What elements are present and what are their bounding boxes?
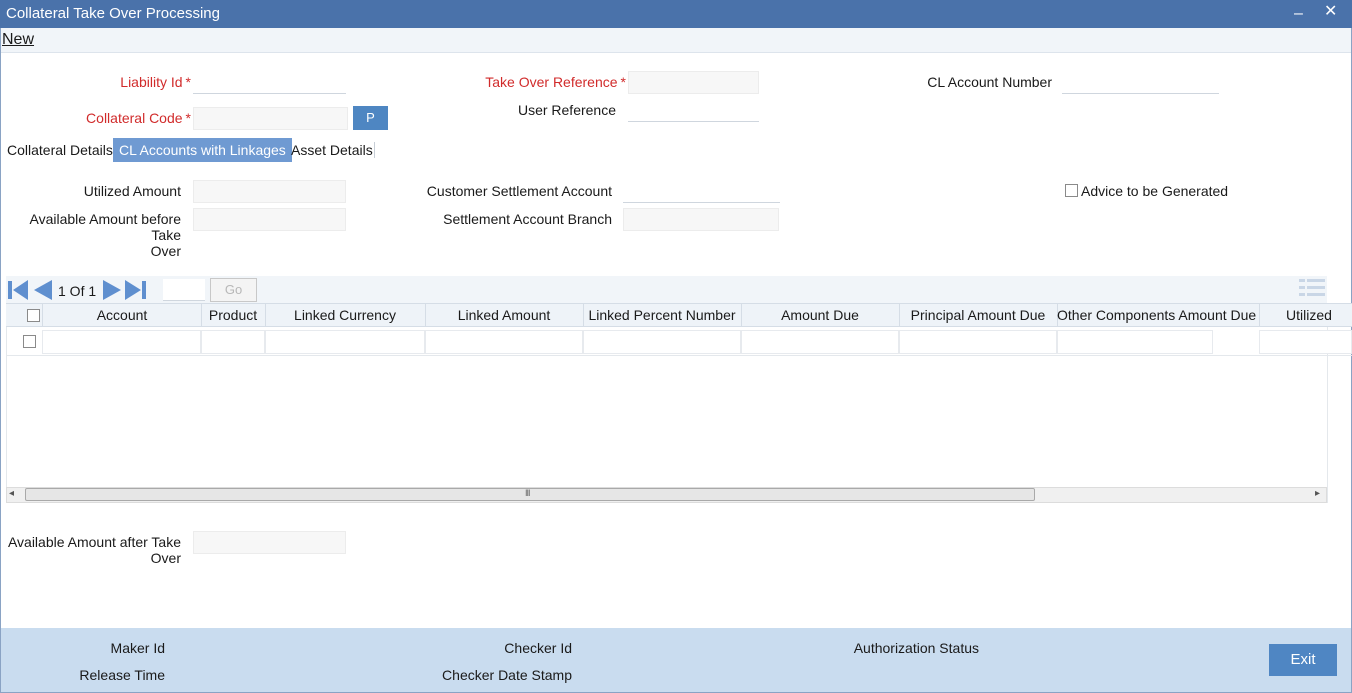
available-amount-after-line1: Available Amount after Take [7, 534, 181, 550]
column-header-amount-due[interactable]: Amount Due [741, 304, 899, 326]
page-indicator: 1 Of 1 [58, 283, 97, 299]
go-button[interactable]: Go [210, 278, 257, 302]
page-number-input[interactable] [163, 279, 205, 301]
select-all-checkbox[interactable] [27, 309, 40, 322]
collateral-code-label: Collateral Code * [60, 110, 191, 126]
previous-page-icon[interactable] [32, 280, 54, 300]
take-over-reference-label-text: Take Over Reference [485, 74, 618, 90]
column-header-other-components-amount-due[interactable]: Other Components Amount Due [1057, 304, 1256, 326]
p-lookup-button[interactable]: P [353, 106, 388, 130]
menu-bar [1, 28, 1351, 53]
advice-to-be-generated-checkbox[interactable] [1065, 184, 1078, 197]
liability-id-label-text: Liability Id [120, 74, 183, 90]
cell-linked-currency[interactable] [265, 330, 425, 354]
tab-asset-details[interactable]: Asset Details [285, 138, 379, 162]
column-header-linked-percent-number[interactable]: Linked Percent Number [583, 304, 741, 326]
available-amount-before-line2: Over [150, 243, 181, 259]
settlement-account-branch-label: Settlement Account Branch [443, 211, 612, 227]
footer-bar [1, 628, 1351, 692]
tab-divider [374, 142, 375, 158]
column-header-linked-currency[interactable]: Linked Currency [265, 304, 425, 326]
cell-product[interactable] [201, 330, 265, 354]
available-amount-after-input[interactable] [193, 531, 346, 554]
liability-id-label: Liability Id * [60, 74, 191, 90]
user-reference-input[interactable] [628, 99, 759, 122]
user-reference-label: User Reference [517, 102, 616, 118]
customer-settlement-account-input[interactable] [623, 180, 780, 203]
scrollbar-thumb[interactable] [25, 488, 1035, 501]
cell-utilized[interactable] [1259, 330, 1352, 354]
available-amount-before-input[interactable] [193, 208, 346, 231]
authorization-status-label: Authorization Status [853, 640, 979, 656]
available-amount-before-line1: Available Amount before Take [29, 211, 181, 243]
next-page-icon[interactable] [101, 280, 123, 300]
cell-linked-amount[interactable] [425, 330, 583, 354]
utilized-amount-label: Utilized Amount [83, 183, 181, 199]
available-amount-after-label: Available Amount after Take Over [4, 534, 181, 566]
cell-amount-due[interactable] [741, 330, 899, 354]
tab-bar: Collateral Details CL Accounts with Link… [1, 138, 381, 162]
maker-id-label: Maker Id [110, 640, 165, 656]
available-amount-before-label: Available Amount before Take Over [4, 211, 181, 259]
checker-id-label: Checker Id [504, 640, 572, 656]
required-marker: * [185, 74, 191, 90]
row-checkbox[interactable] [23, 335, 36, 348]
column-header-utilized[interactable]: Utilized [1259, 304, 1352, 326]
exit-button[interactable]: Exit [1269, 644, 1337, 676]
cell-principal-amount-due[interactable] [899, 330, 1057, 354]
cell-account[interactable] [42, 330, 201, 354]
new-menu-link[interactable]: New [2, 31, 34, 49]
column-header-product[interactable]: Product [201, 304, 265, 326]
column-settings-icon[interactable] [1299, 278, 1325, 298]
utilized-amount-input[interactable] [193, 180, 346, 203]
advice-to-be-generated-label: Advice to be Generated [1081, 183, 1229, 199]
cl-account-number-label: CL Account Number [927, 74, 1052, 90]
take-over-reference-label: Take Over Reference * [440, 74, 626, 90]
cell-other-components-amount-due[interactable] [1057, 330, 1213, 354]
required-marker: * [620, 74, 626, 90]
cl-account-number-input[interactable] [1062, 71, 1219, 94]
scroll-grip-icon: III [525, 488, 530, 498]
settlement-account-branch-input[interactable] [623, 208, 779, 231]
window-title: Collateral Take Over Processing [6, 5, 220, 22]
title-bar: Collateral Take Over Processing ‒ ✕ [0, 0, 1352, 28]
last-page-icon[interactable] [125, 280, 149, 300]
table-row [6, 327, 1352, 356]
collateral-code-input[interactable] [193, 107, 348, 130]
available-amount-after-line2: Over [150, 550, 181, 566]
required-marker: * [185, 110, 191, 126]
checker-date-stamp-label: Checker Date Stamp [442, 667, 572, 683]
close-icon[interactable]: ✕ [1324, 4, 1337, 20]
scroll-left-icon[interactable]: ◂ [9, 488, 14, 499]
column-header-account[interactable]: Account [42, 304, 202, 326]
scroll-right-icon[interactable]: ▸ [1315, 488, 1320, 499]
customer-settlement-account-label: Customer Settlement Account [426, 183, 612, 199]
release-time-label: Release Time [79, 667, 165, 683]
take-over-reference-input[interactable] [628, 71, 759, 94]
grid-header: Account Product Linked Currency Linked A… [6, 303, 1352, 327]
tab-collateral-details[interactable]: Collateral Details [1, 138, 119, 162]
cell-linked-percent-number[interactable] [583, 330, 741, 354]
collateral-code-label-text: Collateral Code [86, 110, 183, 126]
column-header-linked-amount[interactable]: Linked Amount [425, 304, 583, 326]
minimize-icon[interactable]: ‒ [1294, 6, 1303, 22]
liability-id-input[interactable] [193, 71, 346, 94]
column-header-principal-amount-due[interactable]: Principal Amount Due [899, 304, 1057, 326]
tab-cl-accounts-with-linkages[interactable]: CL Accounts with Linkages [113, 138, 292, 162]
